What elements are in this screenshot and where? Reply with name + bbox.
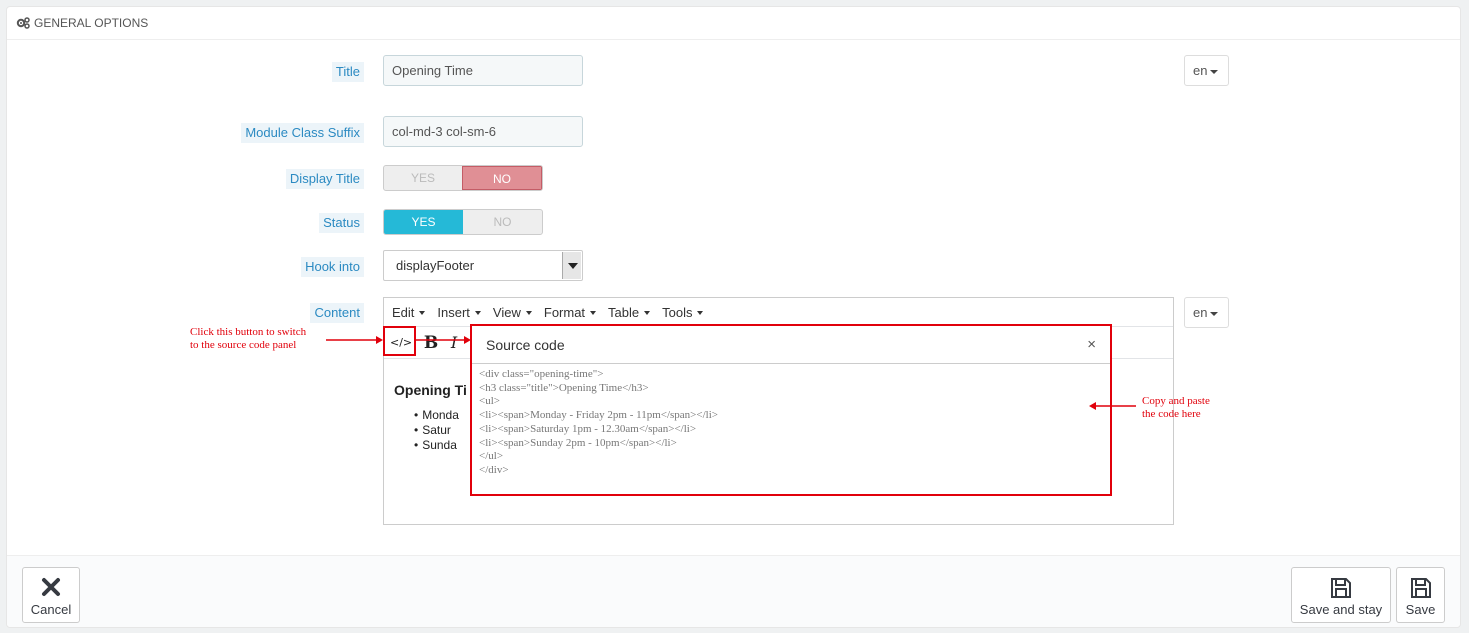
status-switch[interactable]: YES NO <box>383 209 543 235</box>
menu-format[interactable]: Format <box>538 305 602 320</box>
arrow-right-icon <box>326 336 383 344</box>
switch-hint-annotation: Click this button to switch to the sourc… <box>190 326 307 351</box>
list-item: Sunda <box>422 438 459 453</box>
menu-insert[interactable]: Insert <box>431 305 487 320</box>
display-title-no-option[interactable]: NO <box>462 166 542 190</box>
source-code-dialog: Source code × <div class="opening-time">… <box>470 324 1112 496</box>
status-yes-option[interactable]: YES <box>384 210 463 234</box>
menu-table[interactable]: Table <box>602 305 656 320</box>
arrow-right-icon <box>416 336 471 344</box>
select-arrow-icon <box>562 252 581 279</box>
save-icon <box>1410 578 1431 598</box>
panel-heading: GENERAL OPTIONS <box>7 7 1460 40</box>
caret-down-icon <box>1210 311 1219 316</box>
display-title-label: Display Title <box>285 169 364 189</box>
panel-footer <box>7 556 1460 627</box>
preview-list: Monda Satur Sunda <box>422 408 459 453</box>
list-item: Satur <box>422 423 459 438</box>
display-title-yes-option[interactable]: YES <box>384 166 462 190</box>
arrow-left-icon <box>1089 402 1136 410</box>
menu-view[interactable]: View <box>487 305 538 320</box>
module-class-suffix-label: Module Class Suffix <box>241 123 364 143</box>
menu-tools[interactable]: Tools <box>656 305 709 320</box>
menu-edit[interactable]: Edit <box>386 305 431 320</box>
cogs-icon <box>16 17 30 29</box>
panel-title: GENERAL OPTIONS <box>34 16 149 30</box>
content-label: Content <box>310 303 364 323</box>
title-input[interactable]: Opening Time <box>383 55 583 86</box>
close-icon <box>42 578 60 596</box>
cancel-button[interactable]: Cancel <box>22 567 80 623</box>
status-label: Status <box>319 213 364 233</box>
source-button-highlight <box>383 326 416 356</box>
paste-hint-annotation: Copy and paste the code here <box>1142 395 1210 420</box>
list-item: Monda <box>422 408 459 423</box>
general-options-panel: GENERAL OPTIONS Title Opening Time en Mo… <box>6 6 1461 628</box>
status-no-option[interactable]: NO <box>463 210 542 234</box>
close-icon[interactable]: × <box>1087 336 1096 353</box>
editor-menubar: Edit Insert View Format Table Tools <box>384 298 1173 327</box>
module-class-suffix-input[interactable]: col-md-3 col-sm-6 <box>383 116 583 147</box>
title-label: Title <box>331 62 364 82</box>
hook-into-select[interactable]: displayFooter <box>383 250 583 281</box>
hook-into-label: Hook into <box>301 257 364 277</box>
preview-heading: Opening Ti <box>394 382 467 398</box>
display-title-switch[interactable]: YES NO <box>383 165 543 191</box>
title-language-dropdown[interactable]: en <box>1184 55 1229 86</box>
source-code-textarea[interactable]: <div class="opening-time"> <h3 class="tit… <box>479 368 718 478</box>
caret-down-icon <box>1210 69 1219 74</box>
save-button[interactable]: Save <box>1396 567 1445 623</box>
dialog-title: Source code <box>472 326 1110 364</box>
save-icon <box>1331 578 1351 598</box>
save-and-stay-button[interactable]: Save and stay <box>1291 567 1391 623</box>
content-language-dropdown[interactable]: en <box>1184 297 1229 328</box>
